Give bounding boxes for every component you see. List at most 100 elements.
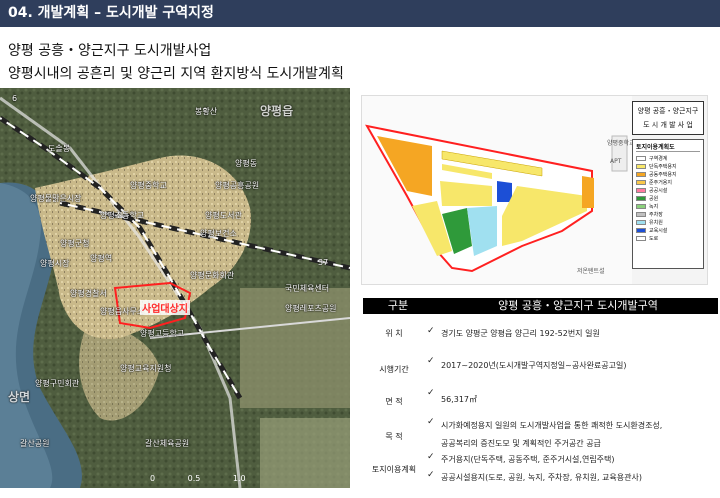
plan-legend: 토지이용계획도 구역경계 단독주택용지 공동주택용지 준주거용지 공공시설 공원 녹지 주차장… — [632, 139, 704, 269]
poi-label: 양평구민회관 — [35, 379, 80, 388]
row-value-landuse-2: 공공시설용지(도로, 공원, 녹지, 주차장, 유치원, 교육용관사) — [441, 473, 642, 482]
legend-row: 유치원 — [636, 218, 700, 226]
poi-label: 양평교육지원청 — [120, 364, 172, 373]
poi-label: 양평문화회관 — [190, 271, 235, 280]
header-col-category: 구분 — [387, 299, 409, 312]
project-site-label: 사업대상지 — [140, 300, 190, 315]
plan-title-line2: 도 시 개 발 사 업 — [643, 121, 693, 129]
poi-label: 국민체육센터 — [285, 284, 330, 293]
row-value-purpose-2: 공공복리의 증진도모 및 계획적인 주거공간 공급 — [441, 439, 601, 448]
plan-title-box: 양평 공흥・양근지구 도 시 개 발 사 업 — [632, 101, 704, 135]
legend-row: 공공시설 — [636, 186, 700, 194]
legend-label: 도로 — [649, 235, 659, 242]
row-label-location: 위 치 — [385, 329, 403, 338]
legend-row: 교육시설 — [636, 226, 700, 234]
check-icon: ✓ — [427, 326, 435, 336]
legend-swatch — [636, 227, 646, 233]
legend-swatch — [636, 155, 646, 161]
poi-label: 양평고등학교 — [140, 329, 185, 338]
legend-swatch — [636, 171, 646, 177]
check-icon: ✓ — [427, 356, 435, 366]
row-label-landuse: 토지이용계획 — [371, 465, 417, 474]
poi-label: 양평읍사무소 — [100, 307, 145, 316]
route-number-label-2: 37 — [318, 258, 329, 267]
mountain-label-2: 도솔봉 — [48, 144, 71, 153]
legend-row: 주차장 — [636, 210, 700, 218]
legend-row: 도로 — [636, 234, 700, 242]
row-label-purpose: 목 적 — [385, 432, 403, 441]
legend-label: 준주거용지 — [649, 179, 673, 186]
plan-bottom-note: 저온텐트설 — [577, 268, 605, 275]
legend-row: 단독주택용지 — [636, 162, 700, 170]
legend-label: 구역경계 — [649, 155, 668, 162]
row-label-period: 시행기간 — [379, 365, 409, 374]
poi-label: 양평레포츠공원 — [285, 304, 337, 313]
legend-swatch — [636, 203, 646, 209]
legend-label: 교육시설 — [649, 227, 668, 234]
plan-school-note: 양평중학교 — [607, 140, 635, 147]
row-label-area: 면 적 — [385, 397, 403, 406]
row-value-purpose-1: 시가화예정용지 일원의 도시개발사업을 통한 쾌적한 도시환경조성, — [441, 421, 663, 430]
poi-label: 양평공흥공원 — [215, 181, 260, 190]
legend-row: 준주거용지 — [636, 178, 700, 186]
legend-title: 토지이용계획도 — [636, 142, 700, 152]
legend-label: 녹지 — [649, 203, 659, 210]
legend-row: 공동주택용지 — [636, 170, 700, 178]
poi-label: 양평역 — [90, 254, 113, 263]
scale-bar: 0 0.5 1.0 — [150, 474, 246, 483]
scale-tick: 0 — [150, 474, 156, 483]
legend-swatch — [636, 187, 646, 193]
route-number-label: 6 — [12, 94, 18, 103]
row-value-period: 2017~2020년(도시개발구역지정일~공사완료공고일) — [441, 361, 627, 370]
section-header: 04. 개발계획 – 도시개발 구역지정 — [0, 0, 720, 27]
project-description: 양평시내의 공흔리 및 양근리 지역 환지방식 도시개발계획 — [8, 66, 344, 82]
poi-label: 양평보건소 — [200, 229, 237, 238]
poi-label: 양평물맑은시장 — [30, 194, 82, 203]
project-title: 양평 공흥・양근지구 도시개발사업 — [8, 43, 212, 59]
row-value-location: 경기도 양평군 양평읍 양근리 192-52번지 일원 — [441, 329, 600, 338]
project-info-table: 구분 양평 공흥・양근지구 도시개발구역 위 치 ✓ 경기도 양평군 양평읍 양… — [363, 298, 718, 488]
legend-swatch — [636, 179, 646, 185]
scale-tick: 1.0 — [232, 474, 246, 483]
legend-label: 유치원 — [649, 219, 663, 226]
poi-label: 양평동 — [235, 159, 258, 168]
section-title: 04. 개발계획 – 도시개발 구역지정 — [8, 5, 214, 21]
row-value-area: 56,317㎡ — [441, 395, 477, 404]
poi-label: 양평경찰서 — [70, 289, 107, 298]
legend-swatch — [636, 211, 646, 217]
poi-label: 갈산공원 — [20, 439, 50, 448]
poi-label: 양평시장 — [40, 259, 70, 268]
check-icon: ✓ — [427, 452, 435, 462]
mountain-label: 봉황산 — [195, 107, 218, 116]
check-icon: ✓ — [427, 417, 435, 427]
legend-swatch — [636, 219, 646, 225]
plan-title-line1: 양평 공흥・양근지구 — [637, 107, 699, 115]
scale-tick: 0.5 — [187, 474, 201, 483]
legend-row: 공원 — [636, 194, 700, 202]
land-use-plan: 양평중학교 APT 저온텐트설 양평 공흥・양근지구 도 시 개 발 사 업 토… — [361, 95, 708, 285]
legend-label: 단독주택용지 — [649, 163, 677, 170]
legend-row: 구역경계 — [636, 154, 700, 162]
legend-swatch — [636, 235, 646, 241]
town-label: 양평읍 — [260, 104, 294, 118]
poi-label: 양평군청 — [60, 239, 90, 248]
check-icon: ✓ — [427, 388, 435, 398]
legend-swatch — [636, 163, 646, 169]
poi-label: 양평초등학교 — [100, 211, 145, 220]
legend-label: 공공시설 — [649, 187, 668, 194]
district-label: 상면 — [8, 390, 31, 404]
header-col-project: 양평 공흥・양근지구 도시개발구역 — [498, 299, 658, 312]
poi-label: 양평중학교 — [130, 181, 167, 190]
land-use-plan-graphic — [362, 96, 632, 284]
aerial-map: 6 37 양평읍 봉황산 도솔봉 상면 양평중학교 양평초등학교 양평군청 양평… — [0, 88, 350, 488]
info-table-header: 구분 양평 공흥・양근지구 도시개발구역 — [363, 298, 718, 314]
legend-row: 녹지 — [636, 202, 700, 210]
legend-label: 주차장 — [649, 211, 663, 218]
poi-label: 양평도서관 — [205, 211, 242, 220]
legend-label: 공동주택용지 — [649, 171, 677, 178]
legend-label: 공원 — [649, 195, 659, 202]
row-value-landuse-1: 주거용지(단독주택, 공동주택, 준주거시설,연립주택) — [441, 455, 615, 464]
check-icon: ✓ — [427, 470, 435, 480]
plan-apt-note: APT — [610, 158, 622, 165]
legend-swatch — [636, 195, 646, 201]
